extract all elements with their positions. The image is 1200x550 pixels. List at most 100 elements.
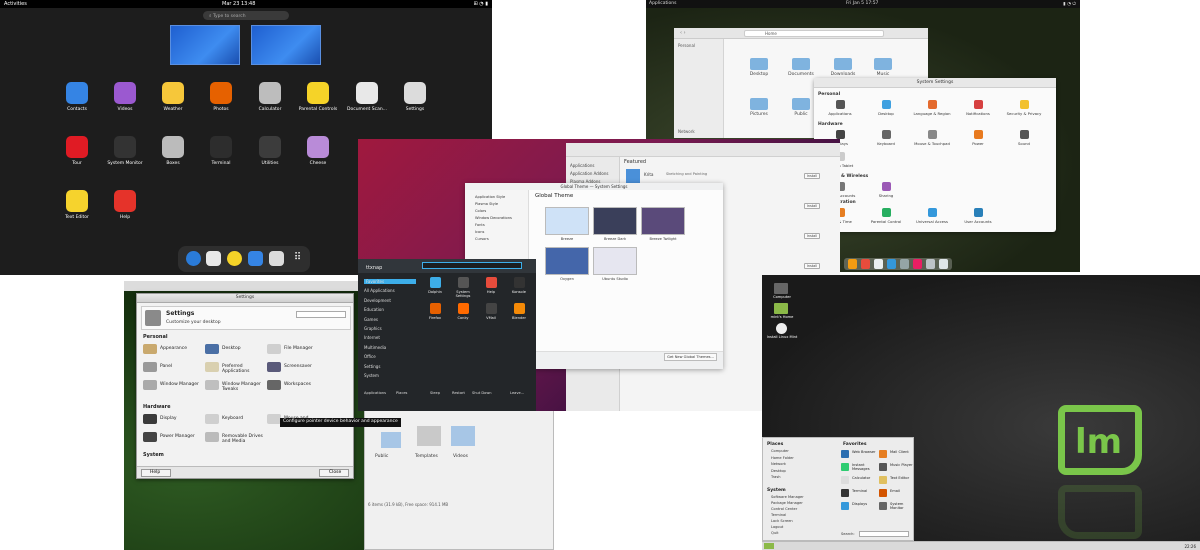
kde-sidebar-item[interactable]: Cursors (475, 237, 489, 241)
app-icon[interactable] (861, 259, 870, 269)
launcher-app[interactable]: System Settings (450, 277, 476, 298)
app-launcher-1[interactable]: Videos (100, 82, 150, 112)
app-launcher-4[interactable]: Calculator (245, 82, 295, 112)
app-launcher-9[interactable]: System Monitor (100, 136, 150, 166)
launcher-app[interactable]: Conky (450, 303, 476, 320)
gnome-clock[interactable]: Mar 23 13:48 (222, 1, 255, 7)
setting-icon[interactable] (205, 432, 219, 442)
clock-icon[interactable] (227, 251, 242, 266)
setting-label[interactable]: Window Manager Tweaks (222, 382, 266, 392)
install-button[interactable]: Install (804, 203, 820, 209)
system-item[interactable]: Lock Screen (771, 519, 793, 523)
launcher-app[interactable]: Help (478, 277, 504, 294)
kde-sidebar-item[interactable]: Colors (475, 209, 486, 213)
places-item[interactable]: Computer (771, 449, 789, 453)
theme-thumbnail[interactable] (545, 207, 589, 235)
computer-icon[interactable] (774, 283, 788, 294)
setting-label[interactable]: Window Manager (160, 382, 204, 387)
workspace-thumbnail-1[interactable] (170, 25, 240, 65)
mint-search-input[interactable] (859, 531, 909, 537)
app-launcher-6[interactable]: Document Scan... (342, 82, 392, 112)
launcher-category[interactable]: Office (364, 354, 416, 359)
launcher-bottom-button[interactable]: Shut Down (472, 391, 492, 395)
app-launcher-0[interactable]: Contacts (52, 82, 102, 112)
setting-icon[interactable] (143, 414, 157, 424)
favorite-app[interactable]: Email (879, 489, 915, 499)
app-icon[interactable] (913, 259, 922, 269)
system-item[interactable]: Software Manager (771, 495, 804, 499)
launcher-category[interactable]: System (364, 373, 416, 378)
launcher-category[interactable]: Favorites (364, 279, 416, 284)
system-item[interactable]: Terminal (771, 513, 786, 517)
launcher-category[interactable]: Games (364, 317, 416, 322)
app-launcher-7[interactable]: Settings (390, 82, 440, 112)
theme-thumbnail[interactable] (593, 247, 637, 275)
system-item[interactable]: Package Manager (771, 501, 803, 505)
setting-label[interactable]: Workspaces (284, 382, 328, 387)
places-item[interactable]: Desktop (771, 469, 786, 473)
launcher-bottom-button[interactable]: Sleep (430, 391, 440, 395)
app-launcher-5[interactable]: Parental Controls (293, 82, 343, 112)
setting-label[interactable]: Appearance (160, 346, 204, 351)
app-launcher-2[interactable]: Weather (148, 82, 198, 112)
settings-item-admin-3[interactable]: User Accounts (956, 208, 1000, 224)
settings-item-admin-1[interactable]: Parental Control (864, 208, 908, 224)
favorite-app[interactable]: Music Player (879, 463, 915, 473)
favorite-app[interactable]: Web Browser (841, 450, 877, 460)
system-item[interactable]: Logout (771, 525, 783, 529)
settings-item-network-1[interactable]: Sharing (864, 182, 908, 198)
mint-clock[interactable]: 22:26 (1184, 544, 1196, 549)
web-browser-icon[interactable] (186, 251, 201, 266)
settings-item-personal-4[interactable]: Security & Privacy (1002, 100, 1046, 116)
settings-item-personal-0[interactable]: Applications (818, 100, 862, 116)
favorite-app[interactable]: Terminal (841, 489, 877, 499)
setting-icon[interactable] (205, 380, 219, 390)
settings-item-admin-2[interactable]: Universal Access (910, 208, 954, 224)
app-launcher-12[interactable]: Utilities (245, 136, 295, 166)
launcher-category[interactable]: Development (364, 298, 416, 303)
app-icon[interactable] (848, 259, 857, 269)
close-button[interactable]: Close (319, 469, 349, 477)
app-launcher-14[interactable]: Text Editor (52, 190, 102, 220)
theme-thumbnail[interactable] (545, 247, 589, 275)
folder-icon[interactable] (750, 98, 768, 110)
launcher-category[interactable]: Multimedia (364, 345, 416, 350)
indicator-icons[interactable]: ▮ ◔ ⏻ (1063, 1, 1076, 7)
setting-icon[interactable] (267, 380, 281, 390)
folder-icon[interactable] (834, 58, 852, 70)
setting-icon[interactable] (143, 362, 157, 372)
setting-label[interactable]: Desktop (222, 346, 266, 351)
store-sidebar-item[interactable]: Application Addons (570, 171, 608, 176)
folder-icon[interactable] (792, 58, 810, 70)
app-launcher-10[interactable]: Boxes (148, 136, 198, 166)
launcher-app[interactable]: Konsole (506, 277, 532, 294)
app-icon[interactable] (874, 259, 883, 269)
app-icon[interactable] (939, 259, 948, 269)
launcher-bottom-button[interactable]: Restart (452, 391, 465, 395)
setting-label[interactable]: Display (160, 416, 204, 421)
calendar-icon[interactable] (206, 251, 221, 266)
favorite-app[interactable]: System Monitor (879, 502, 915, 512)
install-button[interactable]: Install (804, 173, 820, 179)
install-button[interactable]: Install (804, 233, 820, 239)
launcher-search-input[interactable] (422, 262, 522, 269)
launcher-app[interactable]: Firefox (422, 303, 448, 320)
launcher-category[interactable]: Graphics (364, 326, 416, 331)
settings-item-personal-1[interactable]: Desktop (864, 100, 908, 116)
setting-label[interactable]: Power Manager (160, 434, 204, 439)
folder-icon[interactable] (750, 58, 768, 70)
workspace-thumbnail-2[interactable] (251, 25, 321, 65)
path-bar[interactable]: Home (744, 30, 884, 37)
kde-sidebar-item[interactable]: Plasma Style (475, 202, 498, 206)
launcher-bottom-button[interactable]: Applications (364, 391, 386, 395)
favorite-app[interactable]: Text Editor (879, 476, 915, 486)
gnome-search-input[interactable]: ⌕ Type to search (203, 11, 289, 20)
favorite-app[interactable]: Mail Client (879, 450, 915, 460)
install-button[interactable]: Install (804, 263, 820, 269)
store-item-name[interactable]: Krita (644, 172, 653, 177)
launcher-category[interactable]: Internet (364, 335, 416, 340)
app-launcher-11[interactable]: Terminal (196, 136, 246, 166)
settings-item-hardware-2[interactable]: Mouse & Touchpad (910, 130, 954, 146)
setting-icon[interactable] (205, 362, 219, 372)
activities-button[interactable]: Activities (4, 1, 27, 7)
